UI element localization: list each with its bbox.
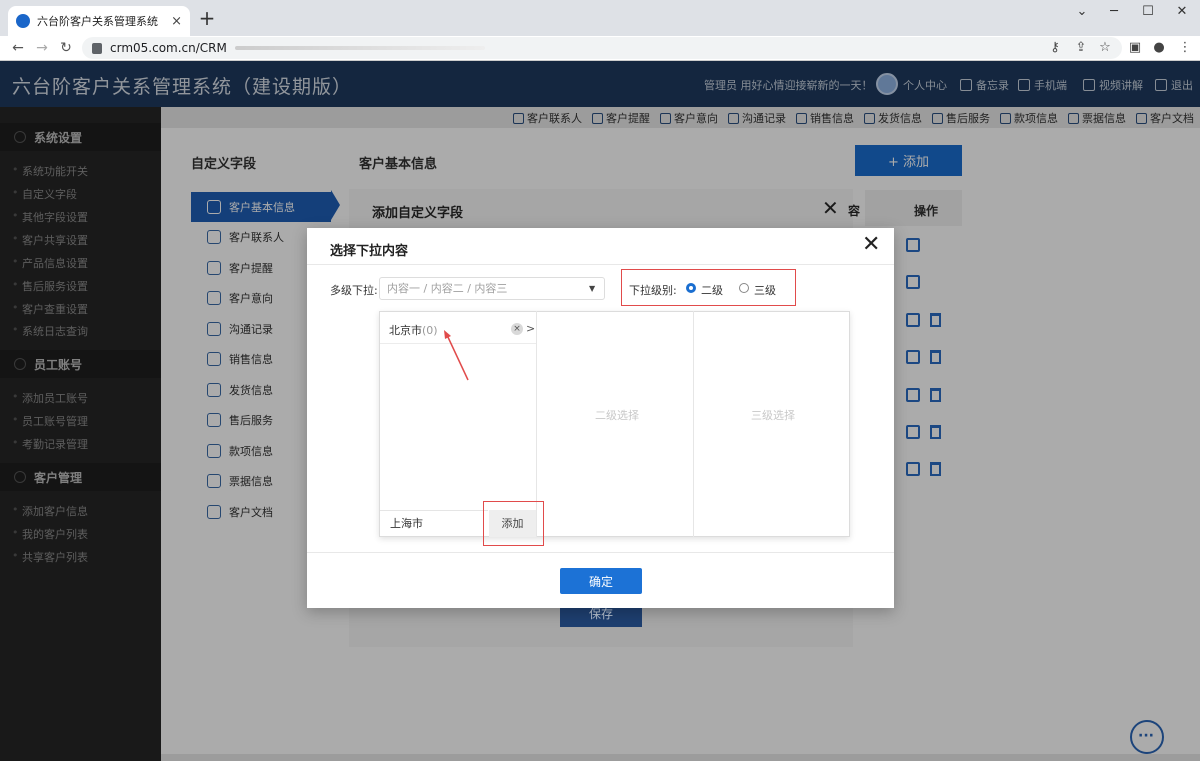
reload-icon[interactable]: ↻ bbox=[56, 38, 76, 58]
radio-level2[interactable] bbox=[686, 283, 696, 293]
radio-level2-label: 二级 bbox=[701, 284, 723, 297]
lock-icon bbox=[92, 42, 102, 54]
divider bbox=[307, 552, 894, 553]
level2-placeholder: 二级选择 bbox=[595, 409, 639, 422]
star-icon[interactable]: ☆ bbox=[1096, 39, 1114, 57]
annotation-arrow-icon bbox=[444, 330, 469, 381]
url-blurred bbox=[234, 46, 485, 50]
url-text: crm05.com.cn/CRM bbox=[110, 41, 227, 55]
add-field-close-icon[interactable]: ✕ bbox=[822, 196, 839, 220]
profile-icon[interactable]: ● bbox=[1150, 39, 1168, 57]
new-tab-button[interactable]: + bbox=[196, 8, 218, 30]
confirm-button[interactable]: 确定 bbox=[560, 568, 642, 594]
share-icon[interactable]: ⇪ bbox=[1072, 39, 1090, 57]
menu-icon[interactable]: ⋮ bbox=[1176, 39, 1194, 57]
chevron-right-icon[interactable]: > bbox=[526, 322, 535, 335]
close-window-button[interactable]: ✕ bbox=[1168, 4, 1196, 22]
url-field[interactable]: crm05.com.cn/CRM bbox=[82, 37, 1122, 59]
chevron-down-icon[interactable]: ⌄ bbox=[1068, 4, 1096, 22]
clear-icon[interactable]: × bbox=[511, 323, 523, 335]
divider bbox=[307, 264, 894, 265]
maximize-button[interactable]: ☐ bbox=[1134, 4, 1162, 22]
minimize-button[interactable]: ─ bbox=[1100, 4, 1128, 22]
list-item[interactable]: 北京市(0) bbox=[389, 322, 438, 338]
add-field-col-label: 容 bbox=[848, 204, 861, 218]
level2-column bbox=[537, 311, 694, 537]
add-highlight-box bbox=[483, 501, 544, 546]
tab-title: 六台阶客户关系管理系统（建设期 bbox=[37, 15, 164, 28]
sidepanel-icon[interactable]: ▣ bbox=[1126, 39, 1144, 57]
level-label: 下拉级别: bbox=[629, 284, 677, 297]
browser-tab[interactable]: 六台阶客户关系管理系统（建设期 × bbox=[8, 6, 190, 36]
forward-icon[interactable]: → bbox=[32, 38, 52, 58]
key-icon[interactable]: ⚷ bbox=[1046, 39, 1064, 57]
add-field-dialog-title: 添加自定义字段 bbox=[372, 206, 464, 221]
multi-level-label: 多级下拉: bbox=[330, 284, 378, 297]
back-icon[interactable]: ← bbox=[8, 38, 28, 58]
multi-level-select[interactable]: 内容一 / 内容二 / 内容三 bbox=[379, 277, 605, 300]
tab-close-icon[interactable]: × bbox=[171, 14, 182, 29]
caret-down-icon: ▼ bbox=[589, 284, 596, 293]
radio-level3-label: 三级 bbox=[754, 284, 776, 297]
dialog-title: 选择下拉内容 bbox=[330, 244, 409, 259]
level3-placeholder: 三级选择 bbox=[751, 409, 795, 422]
close-icon[interactable]: ✕ bbox=[862, 234, 880, 256]
new-item-input[interactable]: 上海市 bbox=[380, 510, 488, 536]
level1-item-count: (0) bbox=[422, 324, 438, 337]
level1-item-label: 北京市 bbox=[389, 324, 422, 337]
radio-level3[interactable] bbox=[739, 283, 749, 293]
site-favicon-icon bbox=[16, 14, 30, 28]
